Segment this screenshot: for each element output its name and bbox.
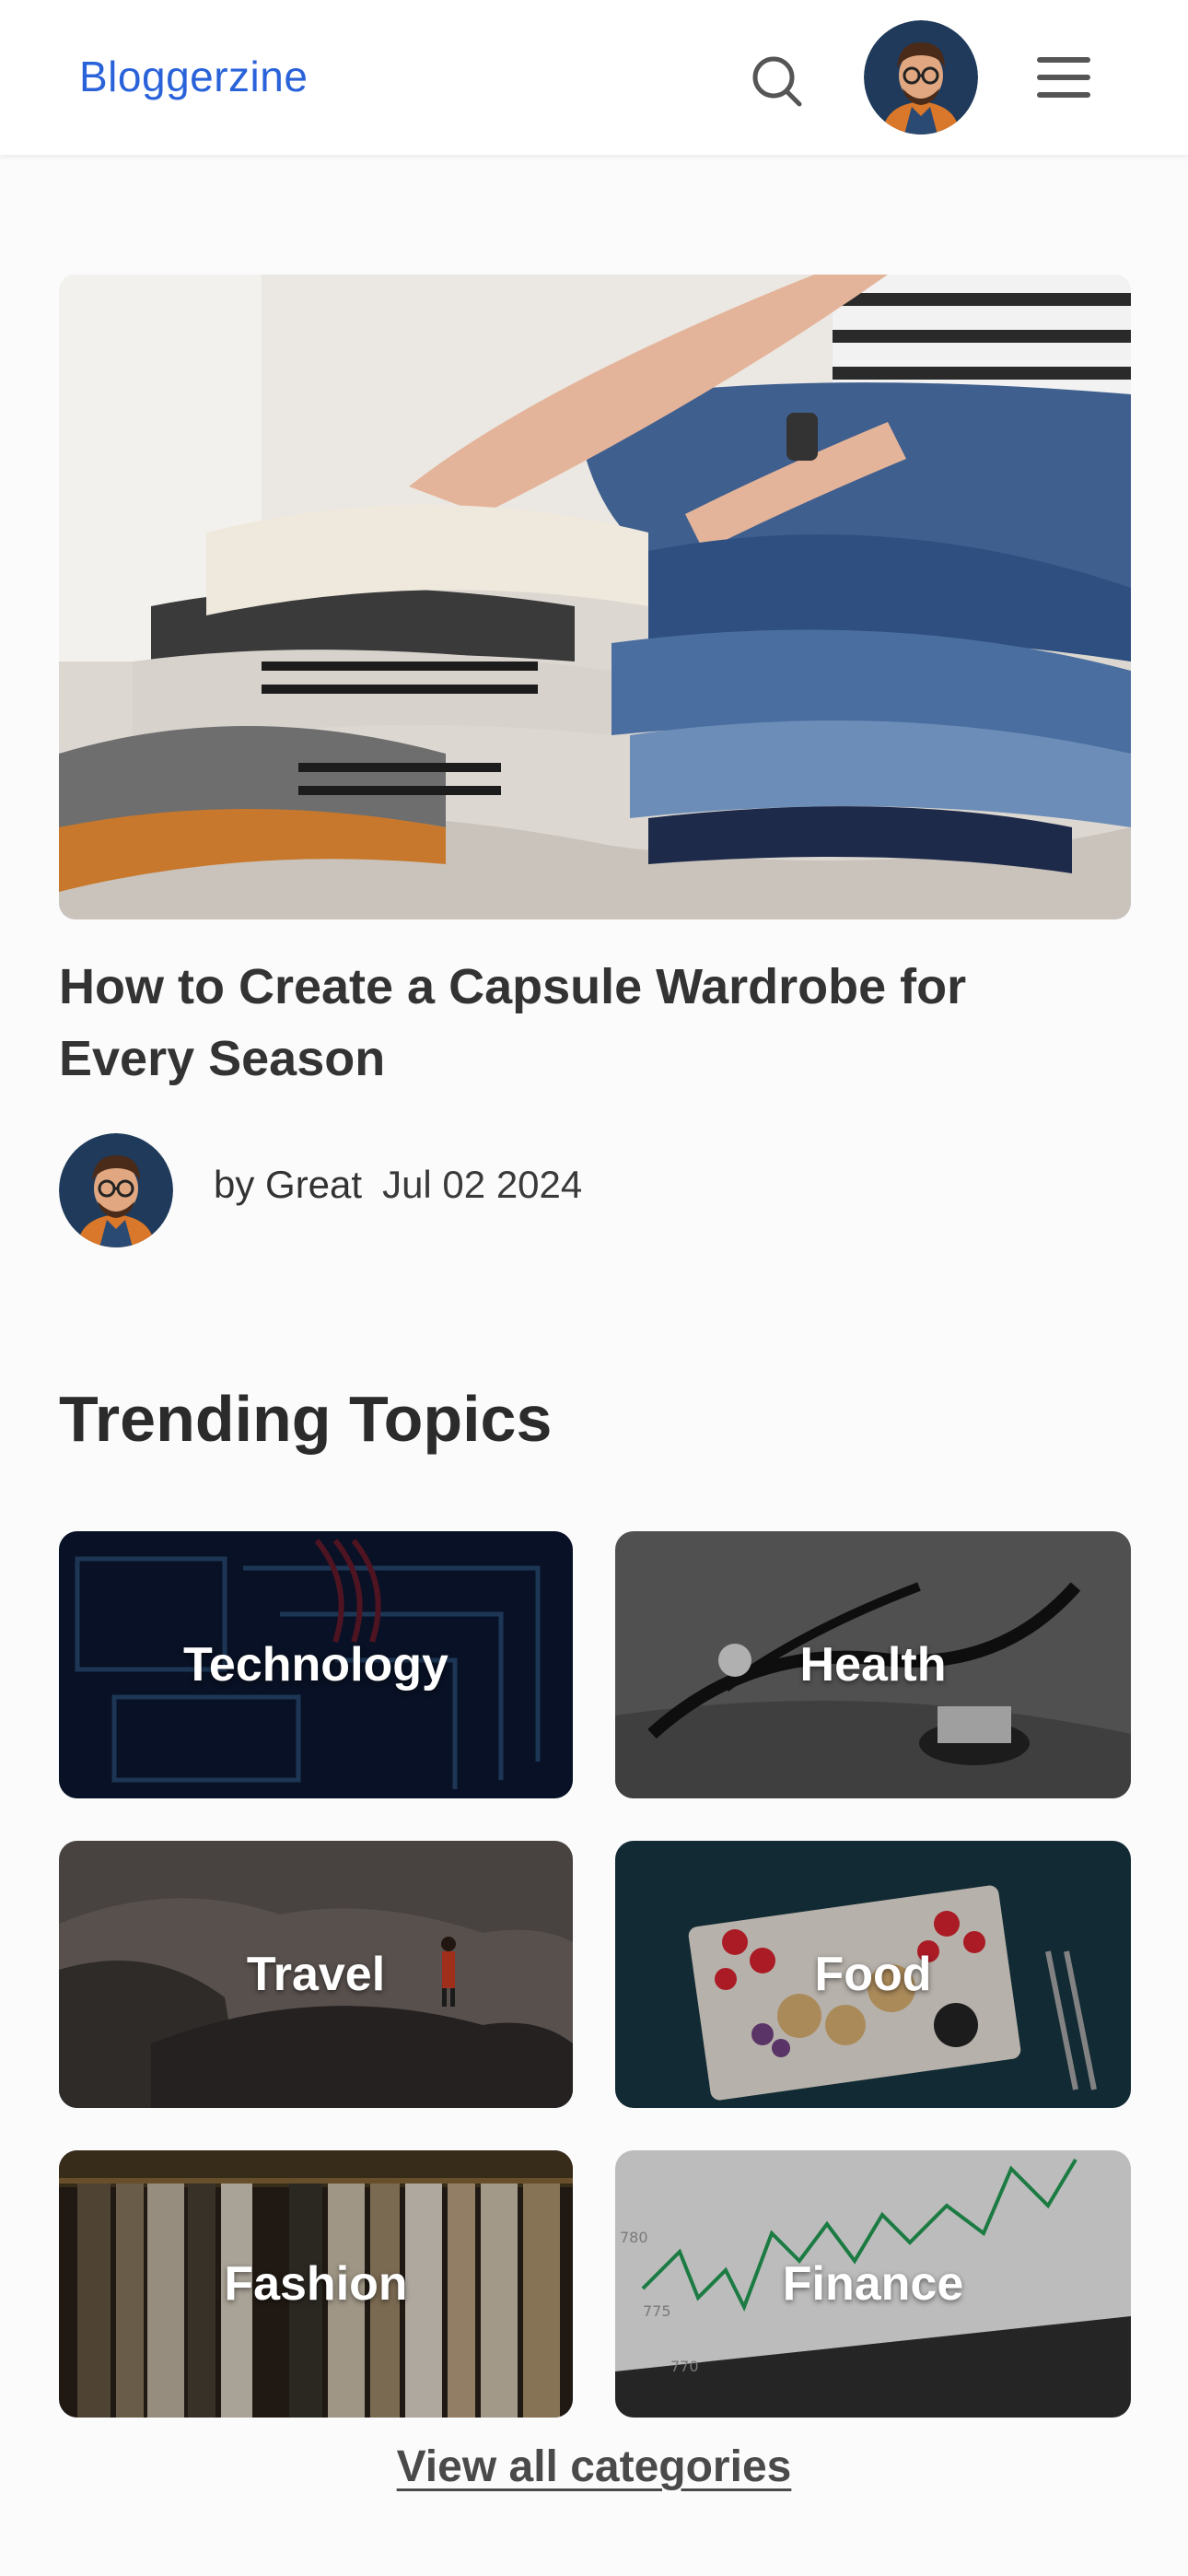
topic-card-food[interactable]: Food xyxy=(615,1841,1131,2108)
featured-post-image[interactable] xyxy=(59,275,1131,919)
folded-clothes-photo xyxy=(59,275,1131,919)
user-avatar xyxy=(864,20,978,135)
post-date: Jul 02 2024 xyxy=(382,1163,583,1206)
site-logo[interactable]: Bloggerzine xyxy=(79,52,308,101)
topic-label: Food xyxy=(814,1948,932,2001)
featured-post-title[interactable]: How to Create a Capsule Wardrobe for Eve… xyxy=(59,951,1109,1095)
topic-card-health[interactable]: Health xyxy=(615,1531,1131,1798)
author-name: by Great xyxy=(214,1163,363,1206)
menu-button[interactable] xyxy=(1035,53,1092,101)
post-byline: by Great Jul 02 2024 xyxy=(214,1163,582,1207)
trending-topics-heading: Trending Topics xyxy=(59,1383,553,1455)
topic-label: Travel xyxy=(246,1948,386,2001)
hamburger-menu-icon xyxy=(1037,57,1090,98)
topic-label: Health xyxy=(799,1638,947,1692)
profile-avatar-button[interactable] xyxy=(864,20,978,135)
search-icon xyxy=(752,56,802,107)
author-avatar-image xyxy=(59,1133,173,1247)
author-avatar xyxy=(59,1133,173,1247)
topic-card-finance[interactable]: 780 775 770 Finance xyxy=(615,2150,1131,2418)
topic-card-technology[interactable]: Technology xyxy=(59,1531,573,1798)
topic-card-fashion[interactable]: Fashion xyxy=(59,2150,573,2418)
search-button[interactable] xyxy=(748,50,809,111)
view-all-container: View all categories xyxy=(0,2441,1188,2492)
topic-label: Technology xyxy=(183,1638,448,1692)
topic-label: Fashion xyxy=(224,2257,408,2311)
topic-label: Finance xyxy=(782,2257,964,2311)
topic-card-travel[interactable]: Travel xyxy=(59,1841,573,2108)
top-header: Bloggerzine xyxy=(0,0,1188,155)
view-all-categories-link[interactable]: View all categories xyxy=(397,2442,792,2491)
